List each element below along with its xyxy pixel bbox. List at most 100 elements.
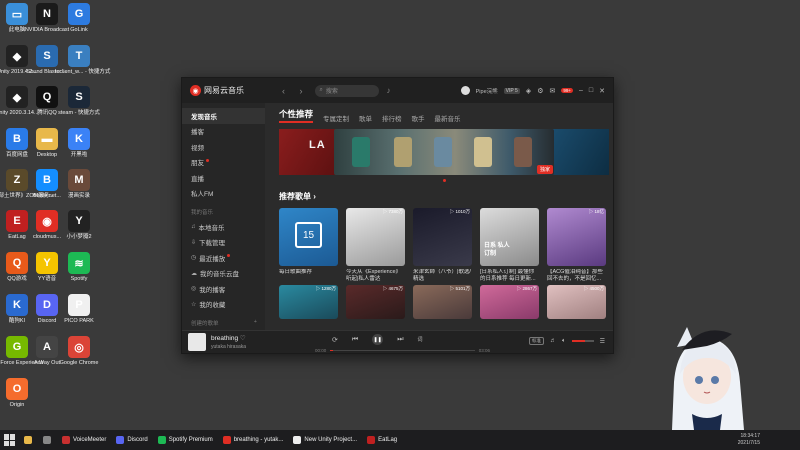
sidebar-item[interactable]: ◷ 最近播放 — [182, 250, 265, 266]
clock[interactable]: 18:34:17 2021/7/15 — [738, 433, 760, 447]
playlist-icon[interactable]: ☰ — [600, 338, 605, 345]
playlist-cover[interactable]: ▷ 4675万 — [346, 285, 405, 319]
playlist-card[interactable]: 15 每日歌曲推荐 — [279, 208, 338, 283]
playlist-cover[interactable]: 15 — [279, 208, 338, 266]
sidebar-item[interactable]: 发现音乐 — [182, 108, 265, 124]
tab[interactable]: 歌单 — [359, 113, 372, 123]
tab[interactable]: 排行榜 — [382, 113, 402, 123]
playlist-title[interactable]: 今天从《Experience》听起|私人雷达 — [346, 269, 405, 283]
playlist-title[interactable]: 每日歌曲推荐 — [279, 269, 338, 283]
tab[interactable]: 歌手 — [412, 113, 425, 123]
sidebar-item[interactable]: 直播 — [182, 170, 265, 186]
album-art[interactable] — [188, 333, 206, 351]
minimize-icon[interactable]: – — [579, 87, 583, 94]
playlist-title[interactable]: 【ACG催泪纯音】那些回不去的，不是回忆... — [547, 269, 606, 283]
desktop-icon[interactable]: P PICO PARK — [63, 294, 95, 325]
desktop-icon[interactable]: O Origin — [1, 378, 33, 409]
playlist-card[interactable]: ▷ 1010万米津玄師（八爷）|歌选/精选 — [413, 208, 472, 283]
title-bar[interactable]: ◉ 网易云音乐 ‹ › ⌕ 搜索 ♪ Pipe浣熊 VIP 5 ◈ ⚙ ✉ 99… — [182, 78, 613, 103]
maximize-icon[interactable]: □ — [589, 87, 593, 94]
desktop-icon[interactable]: Y 小小梦魇2 — [63, 210, 95, 241]
close-icon[interactable]: ✕ — [599, 87, 605, 95]
volume-icon[interactable]: 🔈︎ — [562, 338, 566, 345]
playlist-cover[interactable]: ▷ 2867万 — [480, 285, 539, 319]
settings-icon[interactable]: ⚙ — [537, 87, 543, 95]
previous-icon[interactable]: ⏮ — [352, 336, 358, 344]
tab[interactable]: 个性推荐 — [279, 108, 314, 123]
mail-icon[interactable]: ✉ — [549, 87, 555, 95]
taskbar-item[interactable]: EatLag — [367, 436, 397, 444]
taskbar-app-icon — [157, 436, 166, 444]
sidebar-item[interactable]: ⇩ 下载管理 — [182, 235, 265, 251]
tab[interactable]: 专属定制 — [323, 113, 349, 123]
playlist-title[interactable]: [日系私人订制] 最懂你的日系推荐 每日更新... — [480, 269, 539, 283]
playlist-card[interactable]: ▷ 18亿【ACG催泪纯音】那些回不去的，不是回忆... — [547, 208, 606, 283]
voice-search-icon[interactable]: ♪ — [387, 86, 391, 95]
banner-indicator[interactable] — [443, 179, 446, 182]
playlist-cover[interactable]: ▷ 4500万 — [547, 285, 606, 319]
progress-bar[interactable] — [330, 349, 475, 352]
taskbar-item[interactable]: breathing - yutak... — [222, 436, 283, 444]
sidebar-item[interactable]: 视频 — [182, 139, 265, 155]
taskbar-item[interactable]: Spotify Premium — [157, 436, 213, 444]
desktop-icons: ▭ 此电脑 N NVIDIA Broadcast G GoLink ◆ Unity 2019.… — [0, 0, 110, 430]
skin-icon[interactable]: ◈ — [526, 87, 531, 95]
playlist-card[interactable]: 日系 私人订制 [日系私人订制] 最懂你的日系推荐 每日更新... — [480, 208, 539, 283]
playlist-cover[interactable]: 日系 私人订制 — [480, 208, 539, 266]
playlist-cover[interactable]: ▷ 18亿 — [547, 208, 606, 266]
sidebar-item[interactable]: 播客 — [182, 124, 265, 140]
playlist-cover[interactable]: ▷ 1280万 — [279, 285, 338, 319]
desktop-icon-label: 漫画实录 — [67, 193, 90, 199]
taskbar-item[interactable]: New Unity Project... — [293, 436, 357, 444]
desktop-icon[interactable]: ≋ Spotify — [63, 252, 95, 283]
explorer-icon[interactable] — [24, 436, 35, 444]
playlist-card[interactable]: ▷ 4675万 — [346, 285, 405, 319]
like-icon[interactable]: ♡ — [240, 335, 246, 342]
lyrics-icon[interactable]: 词 — [418, 336, 423, 343]
banner-center — [334, 129, 554, 175]
taskbar-item[interactable]: VoiceMeeter — [62, 436, 106, 444]
sidebar-item[interactable]: ◎ 我的播客 — [182, 281, 265, 297]
desktop-icon[interactable]: ◎ Google Chrome — [60, 336, 98, 367]
playlist-card[interactable]: ▷ 2867万 — [480, 285, 539, 319]
desktop-icon[interactable]: Ssteam - 快捷方式 — [58, 86, 100, 117]
next-icon[interactable]: ⏭ — [397, 336, 403, 344]
loop-icon[interactable]: ⟳ — [332, 336, 338, 344]
sidebar-item[interactable]: ♫ 本地音乐 — [182, 219, 265, 235]
playlist-title[interactable]: 米津玄師（八爷）|歌选/精选 — [413, 269, 472, 283]
search-input[interactable]: ⌕ 搜索 — [314, 84, 379, 97]
playlist-cover[interactable]: ▷ 1010万 — [413, 208, 472, 266]
desktop-icon-label: tcclient_w... - 快捷方式 — [55, 69, 111, 75]
playlist-cover[interactable]: ▷ 5101万 — [413, 285, 472, 319]
playlist-cover[interactable]: ▷ 7380万 — [346, 208, 405, 266]
user-avatar[interactable] — [460, 86, 470, 95]
desktop-icon[interactable]: G GoLink — [63, 3, 95, 34]
add-playlist-icon[interactable]: + — [254, 319, 257, 327]
sidebar-item[interactable]: 私人FM — [182, 186, 265, 202]
tab-bar: 个性推荐 专属定制 歌单 排行榜 歌手 最新音乐 — [279, 109, 613, 123]
recommended-playlists-title[interactable]: 推荐歌单 › — [279, 191, 613, 202]
playlist-card[interactable]: ▷ 5101万 — [413, 285, 472, 319]
sidebar-icon: ⇩ — [191, 239, 197, 246]
playlist-card[interactable]: ▷ 1280万 — [279, 285, 338, 319]
sidebar-item[interactable]: 朋友 — [182, 155, 265, 171]
taskbar-item[interactable]: Discord — [116, 436, 148, 444]
tab[interactable]: 最新音乐 — [435, 113, 461, 123]
sidebar-item[interactable]: ☁ 我的音乐云盘 — [182, 266, 265, 282]
pause-button[interactable]: ❚❚ — [372, 334, 384, 345]
playlist-card[interactable]: ▷ 7380万今天从《Experience》听起|私人雷达 — [346, 208, 405, 283]
nav-arrows[interactable]: ‹ › — [282, 86, 309, 96]
volume-slider[interactable] — [571, 340, 594, 342]
desktop-icon[interactable]: K 开黑啦 — [63, 128, 95, 159]
sound-effect-icon[interactable]: ♬ — [550, 338, 556, 344]
playlist-card[interactable]: ▷ 4500万 — [547, 285, 606, 319]
start-button[interactable] — [4, 434, 16, 446]
banner-carousel[interactable]: LA 独家 — [279, 129, 609, 182]
desktop-icon[interactable]: Ttcclient_w... - 快捷方式 — [55, 45, 110, 76]
mail-taskbar-icon[interactable] — [43, 436, 54, 444]
quality-button[interactable]: 标准 — [529, 337, 544, 345]
desktop-icon[interactable]: M 漫画实录 — [63, 169, 95, 200]
username[interactable]: Pipe浣熊 — [476, 87, 498, 95]
app-icon: Y — [36, 252, 58, 274]
sidebar-item[interactable]: ☆ 我的收藏 — [182, 297, 265, 313]
